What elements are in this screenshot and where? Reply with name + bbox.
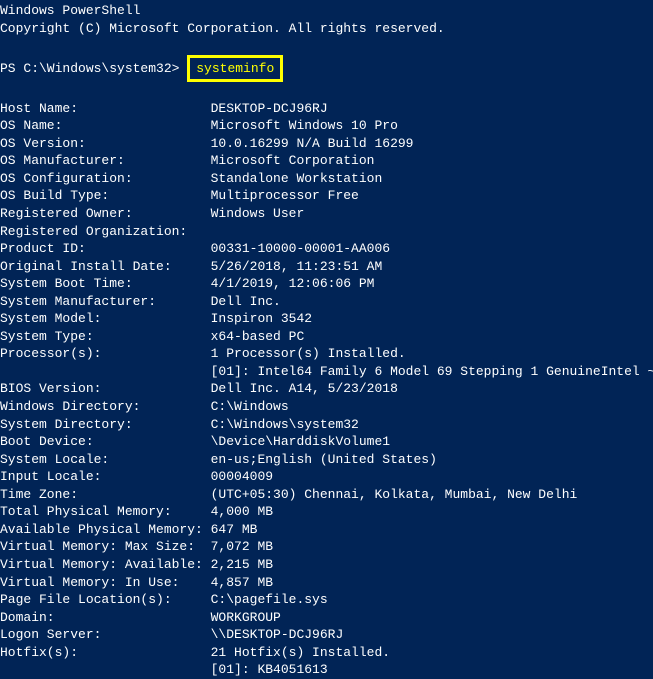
info-row: Virtual Memory: In Use: 4,857 MB [0,574,653,592]
command-highlight: systeminfo [187,55,283,83]
info-row: Virtual Memory: Available: 2,215 MB [0,556,653,574]
info-row: Time Zone: (UTC+05:30) Chennai, Kolkata,… [0,486,653,504]
info-row: OS Version: 10.0.16299 N/A Build 16299 [0,135,653,153]
info-row: Domain: WORKGROUP [0,609,653,627]
info-row: OS Build Type: Multiprocessor Free [0,187,653,205]
info-row: System Type: x64-based PC [0,328,653,346]
info-row: [01]: KB4051613 [0,661,653,679]
info-row: System Manufacturer: Dell Inc. [0,293,653,311]
info-row: System Directory: C:\Windows\system32 [0,416,653,434]
powershell-title: Windows PowerShell [0,2,653,20]
info-row: Processor(s): 1 Processor(s) Installed. [0,345,653,363]
info-row: Boot Device: \Device\HarddiskVolume1 [0,433,653,451]
info-row: Input Locale: 00004009 [0,468,653,486]
info-row: Registered Owner: Windows User [0,205,653,223]
info-row: BIOS Version: Dell Inc. A14, 5/23/2018 [0,380,653,398]
copyright-line: Copyright (C) Microsoft Corporation. All… [0,20,653,38]
info-row: Host Name: DESKTOP-DCJ96RJ [0,100,653,118]
info-row: Virtual Memory: Max Size: 7,072 MB [0,538,653,556]
blank-line [0,37,653,55]
info-row: System Boot Time: 4/1/2019, 12:06:06 PM [0,275,653,293]
info-row: OS Manufacturer: Microsoft Corporation [0,152,653,170]
info-row: Hotfix(s): 21 Hotfix(s) Installed. [0,644,653,662]
prompt-line[interactable]: PS C:\Windows\system32> systeminfo [0,55,653,83]
command-text: systeminfo [196,61,274,76]
systeminfo-output: Host Name: DESKTOP-DCJ96RJOS Name: Micro… [0,100,653,679]
info-row: Registered Organization: [0,223,653,241]
info-row: Windows Directory: C:\Windows [0,398,653,416]
info-row: [01]: Intel64 Family 6 Model 69 Stepping… [0,363,653,381]
info-row: Total Physical Memory: 4,000 MB [0,503,653,521]
info-row: OS Name: Microsoft Windows 10 Pro [0,117,653,135]
prompt-path: PS C:\Windows\system32> [0,60,187,78]
blank-line [0,82,653,100]
info-row: System Locale: en-us;English (United Sta… [0,451,653,469]
info-row: OS Configuration: Standalone Workstation [0,170,653,188]
info-row: Page File Location(s): C:\pagefile.sys [0,591,653,609]
info-row: System Model: Inspiron 3542 [0,310,653,328]
info-row: Product ID: 00331-10000-00001-AA006 [0,240,653,258]
info-row: Available Physical Memory: 647 MB [0,521,653,539]
info-row: Logon Server: \\DESKTOP-DCJ96RJ [0,626,653,644]
info-row: Original Install Date: 5/26/2018, 11:23:… [0,258,653,276]
